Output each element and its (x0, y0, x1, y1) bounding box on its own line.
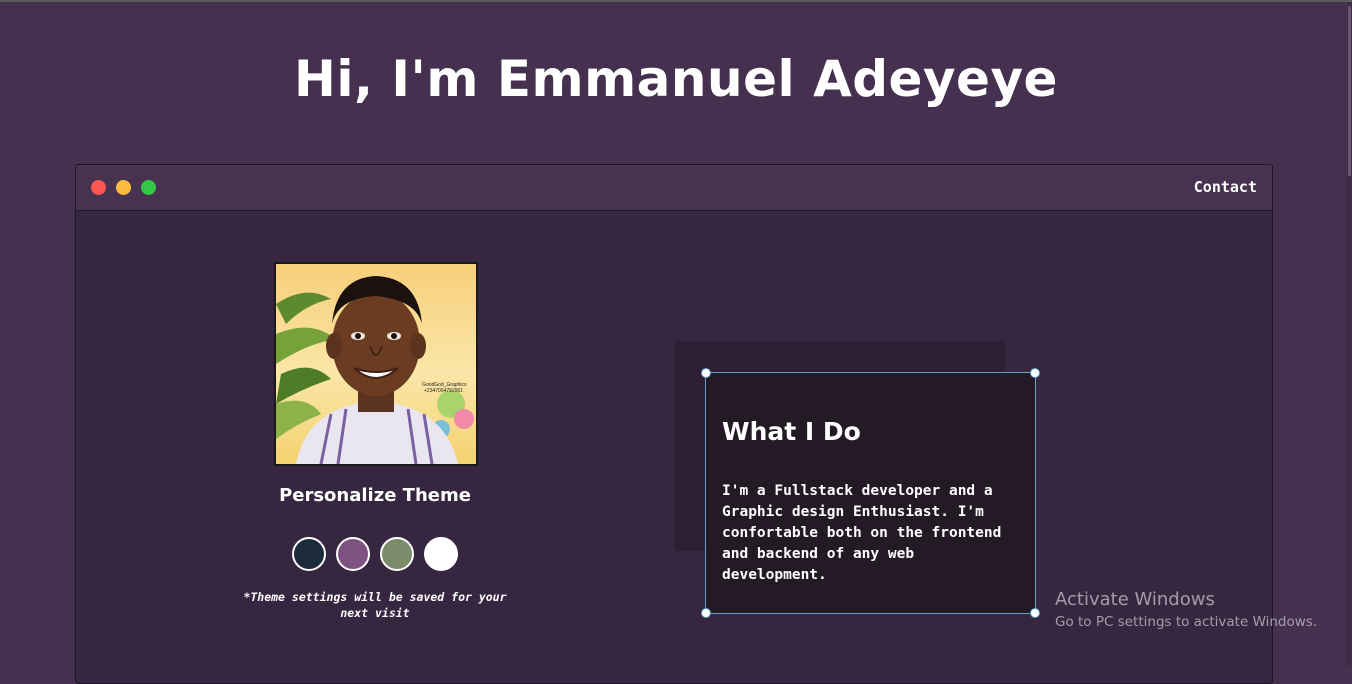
contact-link[interactable]: Contact (1194, 178, 1257, 196)
activate-windows-subtitle: Go to PC settings to activate Windows. (1055, 614, 1318, 630)
minimize-dot-icon[interactable] (116, 180, 131, 195)
what-i-do-card: What I Do I'm a Fullstack developer and … (701, 368, 1040, 618)
personalize-theme-heading: Personalize Theme (279, 485, 471, 506)
activate-windows-watermark: Activate Windows Go to PC settings to ac… (1055, 589, 1317, 630)
theme-swatch-dark[interactable] (292, 537, 326, 571)
avatar-watermark-line2: +2347064792961 (424, 388, 463, 394)
window-titlebar: Contact (76, 165, 1272, 211)
top-border (0, 0, 1352, 2)
resize-handle-top-left[interactable] (701, 368, 711, 378)
maximize-dot-icon[interactable] (141, 180, 156, 195)
theme-swatch-purple[interactable] (336, 537, 370, 571)
close-dot-icon[interactable] (91, 180, 106, 195)
resize-handle-bottom-right[interactable] (1030, 608, 1040, 618)
hero-title: Hi, I'm Emmanuel Adeyeye (294, 50, 1058, 108)
activate-windows-title: Activate Windows (1055, 589, 1215, 610)
avatar-illustration: GoodGod_Graphics +2347064792961 (276, 264, 476, 464)
what-i-do-heading: What I Do (722, 417, 861, 446)
resize-handle-top-right[interactable] (1030, 368, 1040, 378)
what-i-do-body: I'm a Fullstack developer and a Graphic … (722, 483, 1002, 583)
theme-swatch-green[interactable] (380, 537, 414, 571)
theme-swatch-light[interactable] (424, 537, 458, 571)
resize-handle-bottom-left[interactable] (701, 608, 711, 618)
profile-avatar: GoodGod_Graphics +2347064792961 (274, 262, 478, 466)
theme-note: *Theme settings will be saved for your n… (243, 590, 507, 620)
